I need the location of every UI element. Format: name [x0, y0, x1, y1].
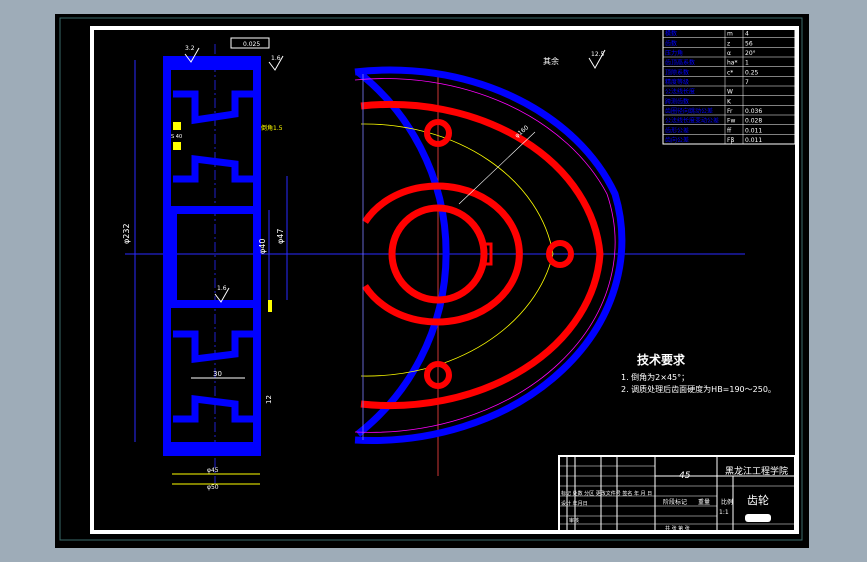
technical-requirements: 技术要求 1. 倒角为2×45°； 2. 调质处理后齿面硬度为HB=190～25… — [621, 352, 776, 394]
param-cell: 0.036 — [745, 108, 762, 115]
drawing-canvas: φ232 φ47 φ40 30 12 φ45 φ50 S 40 3.2 1.6 … — [55, 14, 809, 548]
param-cell: z — [727, 40, 730, 47]
param-cell: 齿顶高系数 — [665, 59, 695, 67]
chamfer-note-text: 倒角1.5 — [261, 124, 283, 132]
param-cell: 0.028 — [745, 118, 762, 125]
title-scale-value: 1:1 — [719, 509, 729, 516]
param-cell: 公法线长度 — [665, 88, 695, 96]
param-cell: 齿圈径向跳动公差 — [665, 107, 713, 115]
param-cell: Fr — [727, 108, 733, 115]
keyway-mark-2 — [173, 142, 181, 150]
param-cell: 顶隙系数 — [665, 68, 689, 76]
title-school: 黑龙江工程学院 — [725, 465, 788, 477]
param-cell: 1 — [745, 60, 749, 67]
title-stage-label: 阶段标记 — [663, 498, 687, 506]
param-cell: m — [727, 31, 733, 38]
tech-requirement-1: 1. 倒角为2×45°； — [621, 372, 689, 382]
param-cell: 齿数 — [665, 39, 677, 47]
param-cell: 0.011 — [745, 127, 762, 134]
gdt-frame-text: 0.025 — [243, 41, 260, 48]
param-cell: 跨测齿数 — [665, 97, 689, 105]
param-cell: 齿形公差 — [665, 126, 689, 134]
param-cell: 公法线长度变动公差 — [665, 117, 719, 125]
dim-bore-text: φ40 — [258, 239, 267, 254]
title-row2: 设计 年月日 — [561, 500, 588, 507]
rest-roughness-label: 其余 — [543, 56, 559, 66]
keyway-mark-1 — [173, 122, 181, 130]
roughness-right-text: 1.6 — [271, 55, 281, 62]
dim-outer-text: φ232 — [122, 223, 131, 244]
drawing-svg: φ232 φ47 φ40 30 12 φ45 φ50 S 40 3.2 1.6 … — [59, 17, 803, 541]
param-cell: α — [727, 50, 731, 57]
dim-bottom-2-text: φ50 — [207, 484, 219, 491]
dim-bottom-1-text: φ45 — [207, 467, 219, 474]
cad-viewport[interactable]: φ232 φ47 φ40 30 12 φ45 φ50 S 40 3.2 1.6 … — [0, 0, 867, 562]
param-cell: 模数 — [665, 30, 677, 38]
title-drawing-code — [745, 514, 771, 522]
param-cell: 齿向公差 — [665, 136, 689, 144]
param-cell: ha* — [727, 60, 737, 67]
param-cell: c* — [727, 69, 733, 76]
param-cell: 0.25 — [745, 69, 759, 76]
title-weight-label: 重量 — [698, 498, 710, 506]
web-label-text: S 40 — [171, 134, 182, 140]
pcd-leader — [458, 131, 536, 205]
param-cell: 56 — [745, 40, 753, 47]
title-part-name: 齿轮 — [747, 493, 769, 507]
title-row1: 标记 处数 分区 更改文件号 签名 年 月 日 — [561, 490, 652, 497]
param-cell: Fw — [727, 118, 735, 125]
roughness-top-text: 3.2 — [185, 45, 195, 52]
title-block: 45 黑龙江工程学院 齿轮 标记 处数 分区 更改文件号 签名 年 月 日 设计… — [558, 455, 796, 533]
dim-web-text: 30 — [213, 370, 222, 378]
tech-requirement-2: 2. 调质处理后齿面硬度为HB=190～250。 — [621, 384, 776, 394]
param-cell: 20° — [745, 50, 756, 57]
param-cell: W — [727, 89, 733, 96]
param-cell: ff — [727, 127, 732, 134]
param-cell: 精度等级 — [665, 78, 689, 86]
title-scale-label: 比例 — [721, 498, 733, 506]
dim-rim-text: 12 — [265, 395, 273, 404]
roughness-mid-text: 1.6 — [217, 285, 227, 292]
rim-top-band — [167, 60, 257, 70]
tech-requirements-title: 技术要求 — [637, 352, 686, 367]
small-mark — [268, 300, 272, 312]
param-cell: 0.011 — [745, 137, 762, 144]
dim-hub-text: φ47 — [276, 229, 285, 244]
param-cell: 7 — [745, 79, 749, 86]
title-material: 45 — [679, 471, 691, 481]
param-cell: Fβ — [727, 137, 734, 144]
param-cell: 压力角 — [665, 49, 683, 57]
gear-parameter-table: 模数 m 4 齿数 z 56 压力角 α 20° 齿顶高系数 ha* 1 顶隙系数 c* 0.25 精度等级 7… — [662, 27, 796, 145]
title-sheet: 共 张 第 张 — [665, 525, 690, 532]
param-rows: 模数 m 4 齿数 z 56 压力角 α 20° 齿顶高系数 ha* 1 顶隙系数 c* 0.25 精度等级 7… — [663, 28, 795, 145]
param-cell: 4 — [745, 31, 749, 38]
title-audit: 审核 — [569, 517, 579, 524]
gear-front-view: φ160 — [354, 66, 626, 476]
param-cell: K — [727, 98, 732, 105]
rim-bottom-band — [167, 442, 257, 452]
